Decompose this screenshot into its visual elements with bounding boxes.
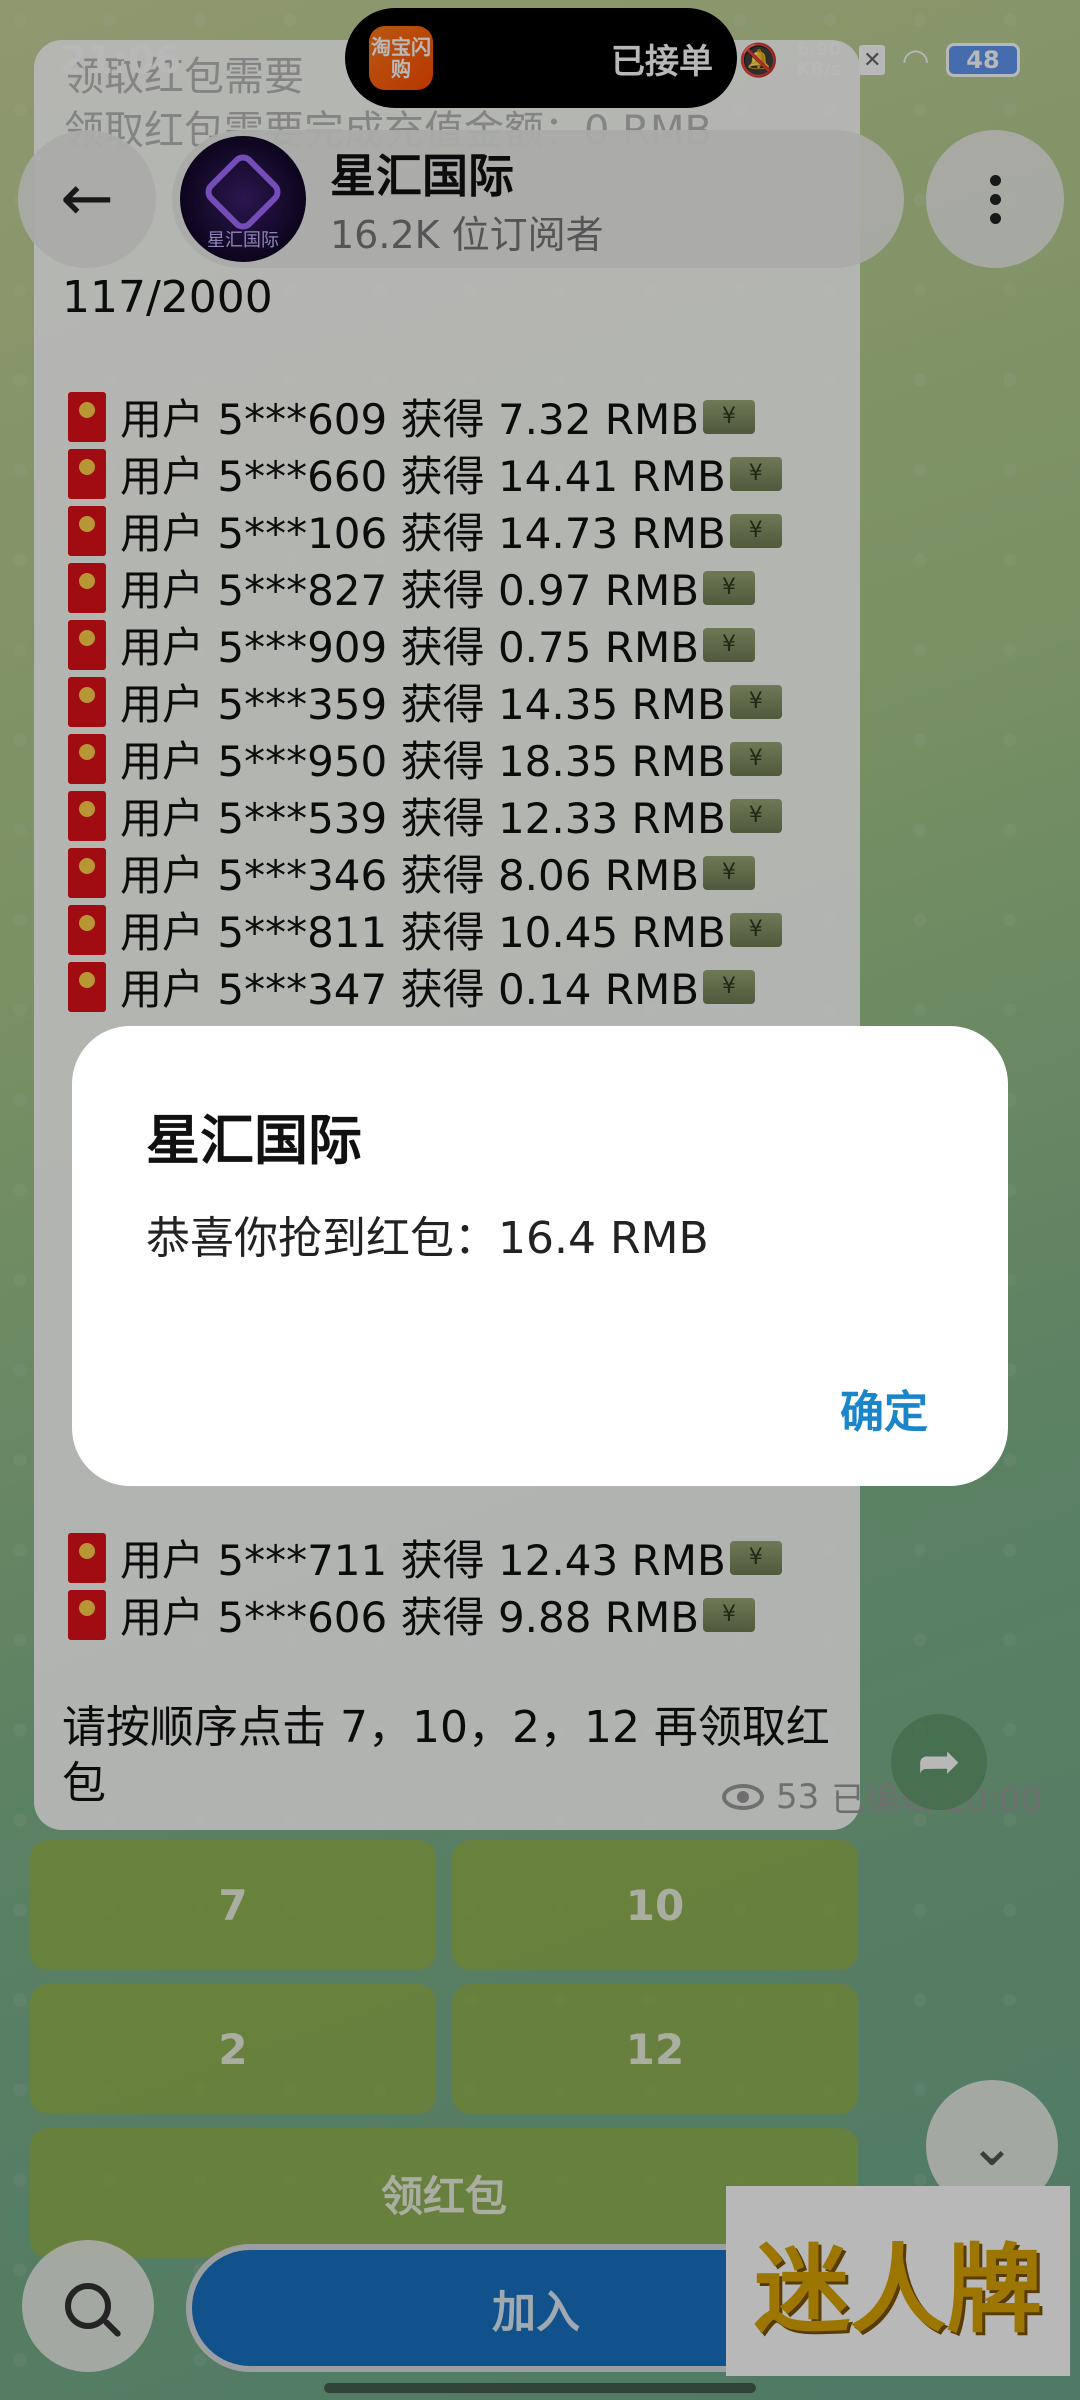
ok-button[interactable]: 确定	[830, 1370, 938, 1446]
alert-dialog: 星汇国际 恭喜你抢到红包：16.4 RMB 确定	[72, 1026, 1008, 1486]
dialog-title: 星汇国际	[146, 1109, 362, 1172]
dialog-message: 恭喜你抢到红包：16.4 RMB	[146, 1213, 709, 1264]
